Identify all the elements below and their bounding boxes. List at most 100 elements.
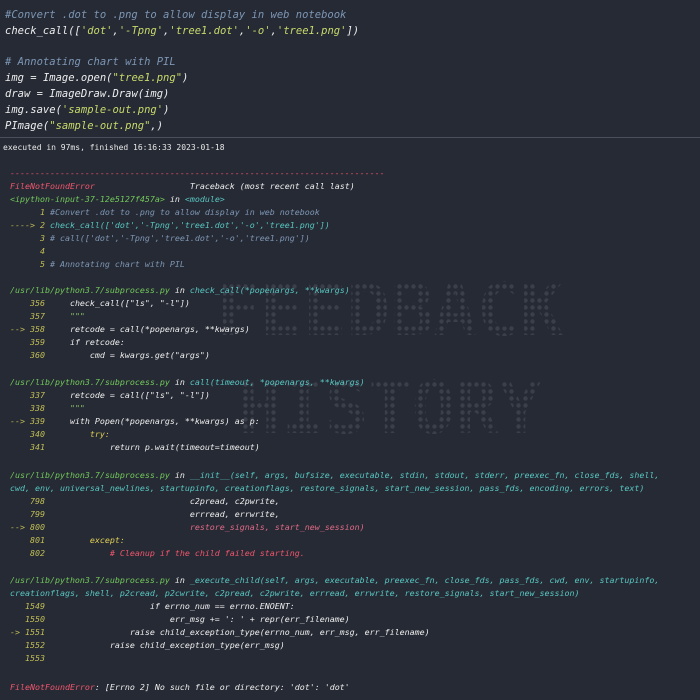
code-text: """	[44, 311, 85, 321]
code-text: except:	[44, 535, 125, 545]
code-text: err_msg += ': ' + repr(err_filename)	[44, 614, 350, 624]
code-text: c2pread, c2pwrite,	[44, 496, 280, 506]
code-text: # Annotating chart with PIL	[44, 259, 185, 269]
line-number: 340	[10, 429, 45, 439]
save-str: 'sample-out.png'	[61, 104, 164, 116]
line-number: 802	[10, 548, 45, 558]
final-error-name: FileNotFoundError	[10, 682, 95, 692]
frame-line: -> 1551 raise child_exception_type(errno…	[10, 626, 430, 639]
file-path: /usr/lib/python3.7/subprocess.py	[10, 377, 170, 387]
check-call-line: check_call(['dot','-Tpng','tree1.dot','-…	[5, 23, 359, 39]
line-number: 3	[10, 233, 45, 243]
final-error-line: FileNotFoundError: [Errno 2] No such fil…	[10, 681, 350, 694]
draw-line: draw = ImageDraw.Draw(img)	[5, 86, 169, 102]
draw-var: draw	[5, 88, 31, 100]
code-text: errread, errwrite,	[44, 509, 280, 519]
code-text: # Cleanup if the child failed starting.	[44, 548, 305, 558]
line-number: 801	[10, 535, 45, 545]
pimage-line: PImage("sample-out.png",)	[5, 118, 163, 134]
frame-header: /usr/lib/python3.7/subprocess.py in __in…	[10, 469, 659, 482]
frame-header-cont: creationflags, shell, p2cread, p2cwrite,…	[10, 587, 579, 600]
frame-line: 801 except:	[10, 534, 125, 547]
save-end: )	[163, 104, 170, 116]
code-text: raise child_exception_type(errno_num, er…	[44, 627, 430, 637]
img-open-str: "tree1.png"	[112, 72, 183, 84]
code-text: check_call(["ls", "-l"])	[44, 298, 190, 308]
check-call-open: ([	[68, 25, 81, 37]
file-path: /usr/lib/python3.7/subprocess.py	[10, 285, 170, 295]
line-number: 359	[10, 337, 45, 347]
function-name: call	[189, 377, 210, 387]
check-call-arg: 'tree1.dot'	[169, 25, 239, 37]
code-text: retcode = call(["ls", "-l"])	[44, 390, 210, 400]
file-path: /usr/lib/python3.7/subprocess.py	[10, 575, 170, 585]
frame-line: 340 try:	[10, 428, 110, 441]
line-number: --> 339	[10, 416, 45, 426]
frame-line: 1550 err_msg += ': ' + repr(err_filename…	[10, 613, 350, 626]
frame-header: /usr/lib/python3.7/subprocess.py in chec…	[10, 284, 350, 297]
frame-header-cont: cwd, env, universal_newlines, startupinf…	[10, 482, 644, 495]
assign-op: =	[23, 72, 43, 84]
frame-line: 337 retcode = call(["ls", "-l"])	[10, 389, 210, 402]
img-open-end: )	[182, 72, 189, 84]
frame-line: --> 800 restore_signals, start_new_sessi…	[10, 521, 365, 534]
frame-line: --> 339 with Popen(*popenargs, **kwargs)…	[10, 415, 260, 428]
code-text: if retcode:	[44, 337, 125, 347]
line-number: 357	[10, 311, 45, 321]
frame-line: 4	[10, 245, 45, 258]
traceback-dashes: ----------------------------------------…	[10, 168, 385, 178]
ipython-input-line: <ipython-input-37-12e5127f457a> in <modu…	[10, 193, 225, 206]
check-call-arg: 'tree1.png'	[276, 25, 347, 37]
line-number: 798	[10, 496, 45, 506]
function-signature-cont: creationflags, shell, p2cread, p2cwrite,…	[10, 588, 580, 598]
check-call-arg: '-Tpng'	[118, 25, 164, 37]
code-text: try:	[44, 429, 110, 439]
frame-line: --> 358 retcode = call(*popenargs, **kwa…	[10, 323, 250, 336]
code-text: retcode = call(*popenargs, **kwargs)	[44, 324, 250, 334]
in-word: in	[169, 575, 190, 585]
ipython-input: <ipython-input-37-12e5127f457a>	[10, 194, 165, 204]
img-open-call: Image.open(	[42, 72, 113, 84]
frame-line: 3 # call(['dot','-Tpng','tree1.dot','-o'…	[10, 232, 310, 245]
file-path: /usr/lib/python3.7/subprocess.py	[10, 470, 170, 480]
line-number: 338	[10, 403, 45, 413]
function-signature-cont: cwd, env, universal_newlines, startupinf…	[10, 483, 645, 493]
function-signature: (timeout, *popenargs, **kwargs)	[209, 377, 365, 387]
code-text: # call(['dot','-Tpng','tree1.dot','-o','…	[44, 233, 310, 243]
in-word: in	[164, 194, 185, 204]
frame-line: 1552 raise child_exception_type(err_msg)	[10, 639, 285, 652]
frame-line: 1553	[10, 652, 45, 665]
code-comment-line: #Convert .dot to .png to allow display i…	[5, 9, 347, 21]
line-number: -> 1551	[10, 627, 45, 637]
line-number: 1549	[10, 601, 45, 611]
line-number: 337	[10, 390, 45, 400]
function-name: check_call	[189, 285, 240, 295]
save-call: img.save(	[5, 104, 62, 116]
cell-divider	[0, 137, 700, 138]
img-var: img	[5, 72, 24, 84]
check-call-arg: '-o'	[245, 25, 271, 37]
frame-header: /usr/lib/python3.7/subprocess.py in call…	[10, 376, 365, 389]
save-line: img.save('sample-out.png')	[5, 102, 169, 118]
line-number: 341	[10, 442, 45, 452]
frame-line: 1549 if errno_num == errno.ENOENT:	[10, 600, 295, 613]
line-number: 5	[10, 259, 45, 269]
final-error-message: : [Errno 2] No such file or directory: '…	[94, 682, 350, 692]
line-number: 1550	[10, 614, 45, 624]
line-number: 1553	[10, 653, 45, 663]
check-call-close: ])	[346, 25, 360, 37]
function-signature: (*popenargs, **kwargs)	[239, 285, 350, 295]
line-number: 356	[10, 298, 45, 308]
code-cell[interactable]: #Convert .dot to .png to allow display i…	[0, 0, 700, 137]
line-number: ----> 2	[10, 220, 45, 230]
line-number: --> 800	[10, 522, 45, 532]
frame-line: 802 # Cleanup if the child failed starti…	[10, 547, 305, 560]
frame-line: 359 if retcode:	[10, 336, 125, 349]
in-word: in	[169, 285, 190, 295]
code-text: return p.wait(timeout=timeout)	[44, 442, 260, 452]
module-name: <module>	[184, 194, 225, 204]
function-signature: (self, args, bufsize, executable, stdin,…	[229, 470, 660, 480]
line-number: 360	[10, 350, 45, 360]
code-text: if errno_num == errno.ENOENT:	[44, 601, 295, 611]
function-name: __init__	[189, 470, 230, 480]
